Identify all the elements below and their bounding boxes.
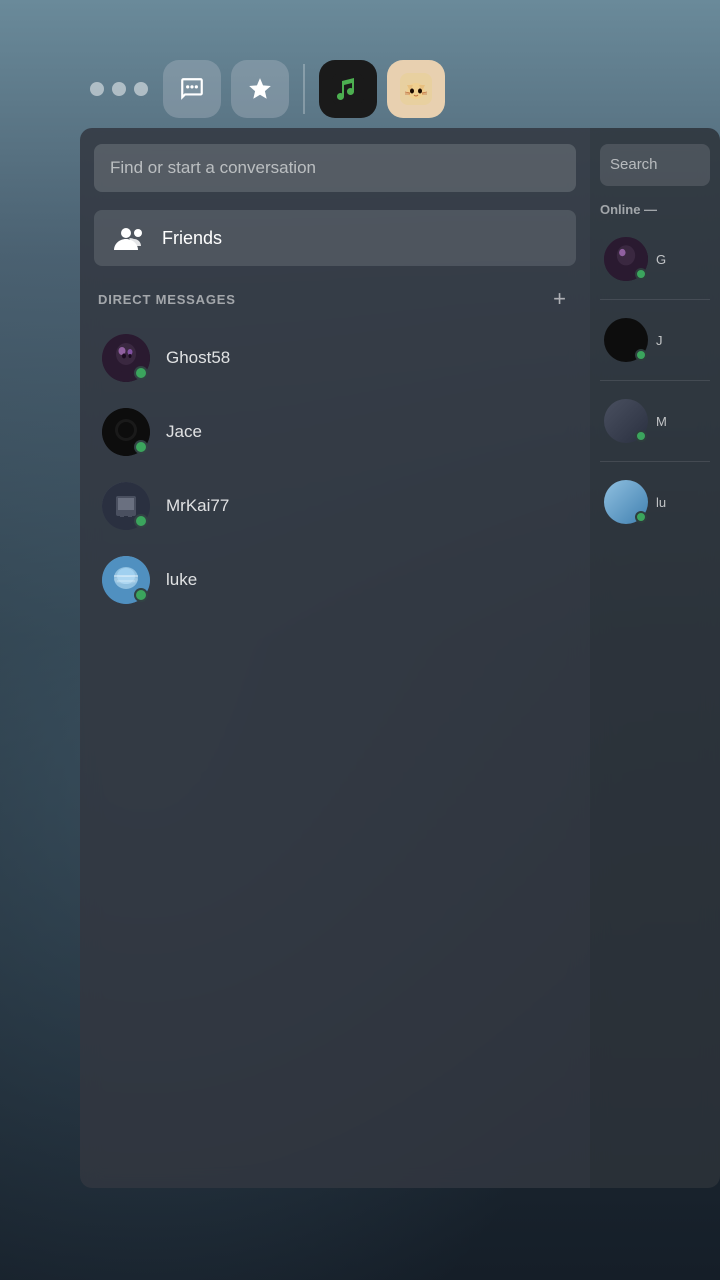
search-placeholder: Find or start a conversation	[110, 158, 316, 177]
add-dm-button[interactable]: +	[547, 286, 572, 312]
dm-header: DIRECT MESSAGES +	[94, 286, 576, 312]
status-dot-ghost58	[134, 366, 148, 380]
right-search-placeholder: Search	[610, 156, 658, 173]
right-search-bar[interactable]: Search	[600, 144, 710, 186]
dot-3	[134, 82, 148, 96]
right-panel: Search Online —	[590, 128, 720, 1188]
cat-icon	[400, 73, 432, 105]
avatar-wrap-mrkai77	[102, 482, 150, 530]
avatar-wrap-luke	[102, 556, 150, 604]
status-dot-mrkai77	[134, 514, 148, 528]
right-avatar-wrap-luke	[604, 480, 648, 524]
dm-name-jace: Jace	[166, 422, 202, 442]
right-name-ghost58: G	[656, 252, 666, 267]
right-avatar-wrap-ghost58	[604, 237, 648, 281]
app-container: Find or start a conversation Friends DIR…	[80, 60, 720, 1220]
dm-item-mrkai77[interactable]: MrKai77	[94, 472, 576, 540]
window-dots	[90, 82, 148, 96]
right-status-dot-mrkai77	[635, 430, 647, 442]
right-dm-list: G J	[600, 229, 710, 532]
dm-item-jace[interactable]: Jace	[94, 398, 576, 466]
avatar-wrap-jace	[102, 408, 150, 456]
friends-icon	[114, 224, 148, 252]
online-label: Online —	[600, 202, 710, 217]
panels-row: Find or start a conversation Friends DIR…	[80, 128, 720, 1188]
right-divider-1	[600, 299, 710, 300]
favorites-button[interactable]	[231, 60, 289, 118]
dm-name-ghost58: Ghost58	[166, 348, 230, 368]
music-app-icon[interactable]	[319, 60, 377, 118]
right-name-luke: lu	[656, 495, 666, 510]
right-avatar-wrap-jace	[604, 318, 648, 362]
right-dm-item-mrkai77[interactable]: M	[600, 391, 710, 451]
chat-button[interactable]	[163, 60, 221, 118]
dm-list: Ghost58 Jace	[94, 324, 576, 614]
search-bar[interactable]: Find or start a conversation	[94, 144, 576, 192]
right-dm-item-jace[interactable]: J	[600, 310, 710, 370]
right-divider-3	[600, 461, 710, 462]
dm-section-title: DIRECT MESSAGES	[98, 292, 236, 307]
right-status-dot-ghost58	[635, 268, 647, 280]
right-name-mrkai77: M	[656, 414, 667, 429]
dm-item-ghost58[interactable]: Ghost58	[94, 324, 576, 392]
dot-2	[112, 82, 126, 96]
right-dm-item-luke[interactable]: lu	[600, 472, 710, 532]
dot-1	[90, 82, 104, 96]
chat-icon	[179, 76, 205, 102]
status-dot-jace	[134, 440, 148, 454]
cat-app-icon[interactable]	[387, 60, 445, 118]
dm-item-luke[interactable]: luke	[94, 546, 576, 614]
right-status-dot-jace	[635, 349, 647, 361]
top-bar	[80, 60, 720, 128]
right-name-jace: J	[656, 333, 663, 348]
status-dot-luke	[134, 588, 148, 602]
right-dm-item-ghost58[interactable]: G	[600, 229, 710, 289]
right-divider-2	[600, 380, 710, 381]
friends-button[interactable]: Friends	[94, 210, 576, 266]
left-panel: Find or start a conversation Friends DIR…	[80, 128, 590, 1188]
music-note-icon	[332, 73, 364, 105]
dm-name-mrkai77: MrKai77	[166, 496, 229, 516]
right-status-dot-luke	[635, 511, 647, 523]
right-avatar-wrap-mrkai77	[604, 399, 648, 443]
friends-label: Friends	[162, 228, 222, 249]
dm-name-luke: luke	[166, 570, 197, 590]
avatar-wrap-ghost58	[102, 334, 150, 382]
friends-people-icon	[114, 224, 148, 252]
star-icon	[247, 76, 273, 102]
divider	[303, 64, 305, 114]
